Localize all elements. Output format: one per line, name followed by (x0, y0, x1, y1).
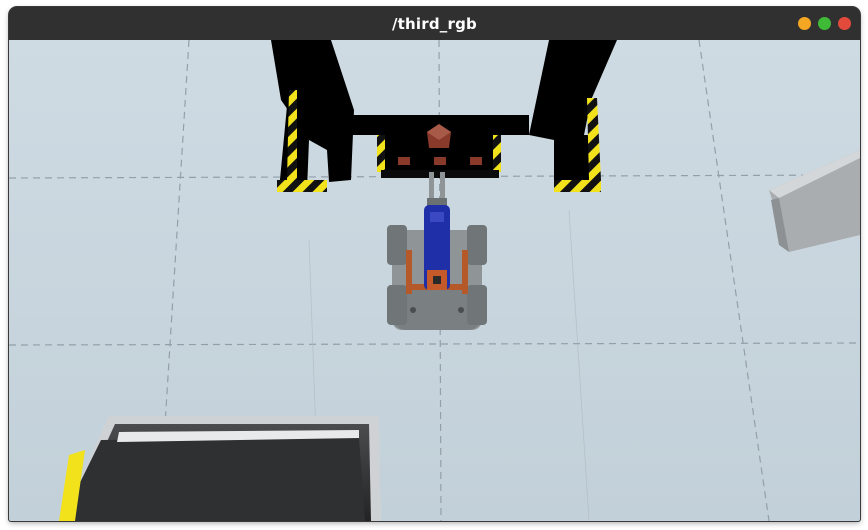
camera-image (9, 40, 860, 521)
close-button[interactable] (838, 17, 851, 30)
window-controls (798, 17, 851, 30)
window-title: /third_rgb (392, 14, 477, 33)
title-bar[interactable]: /third_rgb (9, 7, 860, 40)
maximize-button[interactable] (818, 17, 831, 30)
docking-platform (59, 416, 381, 521)
image-viewer-window: /third_rgb (9, 7, 860, 521)
minimize-button[interactable] (798, 17, 811, 30)
